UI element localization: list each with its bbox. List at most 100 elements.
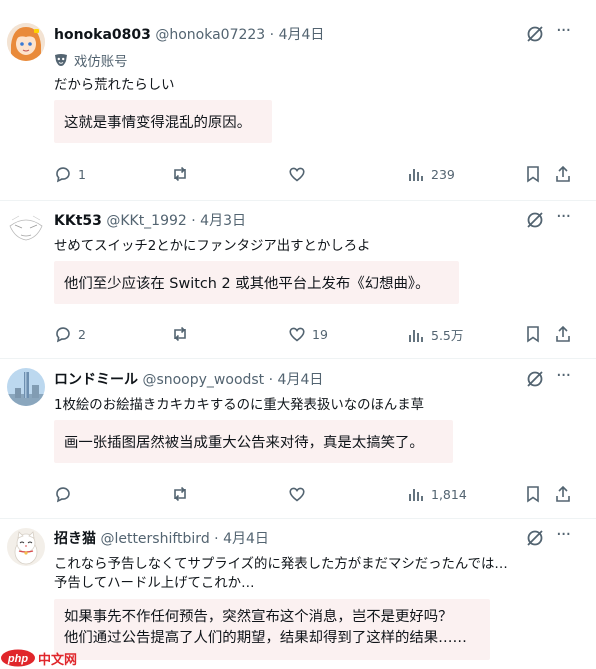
grok-icon[interactable] <box>525 210 545 230</box>
views-icon <box>409 169 423 181</box>
reply-icon <box>56 327 70 343</box>
separator: · <box>214 531 219 547</box>
tweet-text-line-1: せめてスイッチ2とかにファンタジア出すとかしろよ <box>54 239 371 254</box>
translation-box: 他们至少应该在 Switch 2 或其他平台上发布《幻想曲》。 <box>54 261 459 304</box>
tweet-text-line-1: だから荒れたらしい <box>54 78 175 93</box>
more-icon[interactable]: ··· <box>556 208 576 230</box>
bookmark-button[interactable] <box>524 165 542 183</box>
handle[interactable]: @snoopy_woodst <box>142 372 264 388</box>
view-count: 1,814 <box>431 486 467 502</box>
php-logo-text: php <box>7 653 28 665</box>
views-button[interactable]: 5.5万 <box>407 325 463 344</box>
separator: · <box>191 213 196 229</box>
bookmark-icon <box>527 486 539 503</box>
like-button[interactable]: 19 <box>288 325 328 343</box>
like-icon <box>289 327 305 342</box>
tweet-text-line-1: 1枚絵のお絵描きカキカキするのに重大発表扱いなのほんま草 <box>54 398 425 413</box>
tweet-header: KKt53 @KKt_1992 · 4月3日 <box>54 210 246 230</box>
tweet-header: 招き猫 @lettershiftbird · 4月4日 <box>54 528 269 548</box>
like-icon <box>289 487 305 502</box>
translation-box: 如果事先不作任何预告，突然宣布这个消息，岂不是更好吗？ 他们通过公告提高了人们的… <box>54 599 490 660</box>
share-button[interactable] <box>554 485 572 503</box>
translation-line-1: 画一张插图居然被当成重大公告来对待，真是太搞笑了。 <box>64 435 424 451</box>
translation-line-2: 他们通过公告提高了人们的期望，结果却得到了这样的结果…… <box>64 630 467 646</box>
retweet-button[interactable] <box>171 165 189 183</box>
retweet-icon <box>174 326 186 342</box>
bookmark-icon <box>527 326 539 343</box>
php-logo-icon: php <box>1 649 35 667</box>
share-button[interactable] <box>554 165 572 183</box>
bookmark-button[interactable] <box>524 325 542 343</box>
view-count: 5.5万 <box>431 328 464 343</box>
retweet-icon <box>174 486 186 502</box>
tweet-header: ロンドミール @snoopy_woodst · 4月4日 <box>54 369 323 389</box>
like-icon <box>289 167 305 182</box>
parody-mask-icon <box>55 54 67 66</box>
avatar-manekineko[interactable] <box>7 528 45 566</box>
share-icon <box>556 325 570 342</box>
reply-button[interactable]: 1 <box>54 165 86 183</box>
retweet-button[interactable] <box>171 325 189 343</box>
separator: · <box>268 372 274 388</box>
tweet-2[interactable]: KKt53 @KKt_1992 · 4月3日 せめてスイッチ2とかにファンタジア… <box>0 200 596 359</box>
tweet-header: honoka0803 @honoka07223 · 4月4日 <box>54 24 324 44</box>
handle[interactable]: @KKt_1992 <box>106 213 186 229</box>
php-cn-watermark: php 中文网 <box>0 648 77 668</box>
avatar-honoka[interactable] <box>7 23 45 61</box>
views-icon <box>409 489 423 501</box>
views-icon <box>409 329 423 342</box>
retweet-icon <box>174 166 186 182</box>
grok-icon[interactable] <box>525 24 545 44</box>
reply-button[interactable]: 2 <box>54 325 86 343</box>
translation-box: 画一张插图居然被当成重大公告来对待，真是太搞笑了。 <box>54 420 453 463</box>
like-count: 19 <box>312 326 328 342</box>
display-name[interactable]: 招き猫 <box>54 531 96 547</box>
lucky-cat-avatar-image <box>7 528 45 566</box>
city-tower-avatar-image <box>7 368 45 406</box>
tweet-text-line-2: 予告してハードル上げてこれか… <box>54 576 255 591</box>
separator: · <box>269 27 275 43</box>
share-icon <box>556 165 570 182</box>
timestamp[interactable]: 4月3日 <box>200 213 246 229</box>
more-icon[interactable]: ··· <box>556 22 576 44</box>
handle[interactable]: @honoka07223 <box>155 27 265 43</box>
timestamp[interactable]: 4月4日 <box>223 531 269 547</box>
views-button[interactable]: 239 <box>407 165 455 183</box>
display-name[interactable]: ロンドミール <box>54 372 138 388</box>
timestamp[interactable]: 4月4日 <box>279 27 325 43</box>
share-icon <box>556 485 570 502</box>
reply-icon <box>56 167 70 183</box>
reply-button[interactable] <box>54 485 72 503</box>
anime-girl-avatar-image <box>7 23 45 61</box>
avatar-kkt53[interactable] <box>7 210 45 248</box>
translation-line-1: 如果事先不作任何预告，突然宣布这个消息，岂不是更好吗？ <box>64 609 453 625</box>
reply-count: 2 <box>78 326 86 342</box>
bookmark-button[interactable] <box>524 485 542 503</box>
retweet-button[interactable] <box>171 485 189 503</box>
avatar-rondomiru[interactable] <box>7 368 45 406</box>
like-button[interactable] <box>288 165 306 183</box>
tweet-1[interactable]: honoka0803 @honoka07223 · 4月4日 戏仿账号 だから荒… <box>0 0 596 201</box>
translation-box: 这就是事情变得混乱的原因。 <box>54 100 272 143</box>
display-name[interactable]: honoka0803 <box>54 27 151 43</box>
display-name[interactable]: KKt53 <box>54 213 102 229</box>
translation-line-1: 他们至少应该在 Switch 2 或其他平台上发布《幻想曲》。 <box>64 276 430 292</box>
translation-line-1: 这就是事情变得混乱的原因。 <box>64 115 252 131</box>
more-icon[interactable]: ··· <box>556 367 576 389</box>
share-button[interactable] <box>554 325 572 343</box>
more-icon[interactable]: ··· <box>556 526 576 548</box>
sketch-avatar-image <box>7 210 45 248</box>
reply-count: 1 <box>78 166 86 182</box>
tweet-3[interactable]: ロンドミール @snoopy_woodst · 4月4日 1枚絵のお絵描きカキカ… <box>0 358 596 519</box>
handle[interactable]: @lettershiftbird <box>100 531 209 547</box>
tweet-text-line-1: これなら予告しなくてサプライズ的に発表した方がまだマシだったんでは… <box>54 557 508 572</box>
grok-icon[interactable] <box>525 369 545 389</box>
view-count: 239 <box>431 166 455 182</box>
grok-icon[interactable] <box>525 528 545 548</box>
bookmark-icon <box>527 166 539 183</box>
timestamp[interactable]: 4月4日 <box>278 372 324 388</box>
tweet-4[interactable]: 招き猫 @lettershiftbird · 4月4日 これなら予告しなくてサプ… <box>0 518 596 669</box>
like-button[interactable] <box>288 485 306 503</box>
parody-label-text: 戏仿账号 <box>74 55 128 70</box>
views-button[interactable]: 1,814 <box>407 485 467 503</box>
